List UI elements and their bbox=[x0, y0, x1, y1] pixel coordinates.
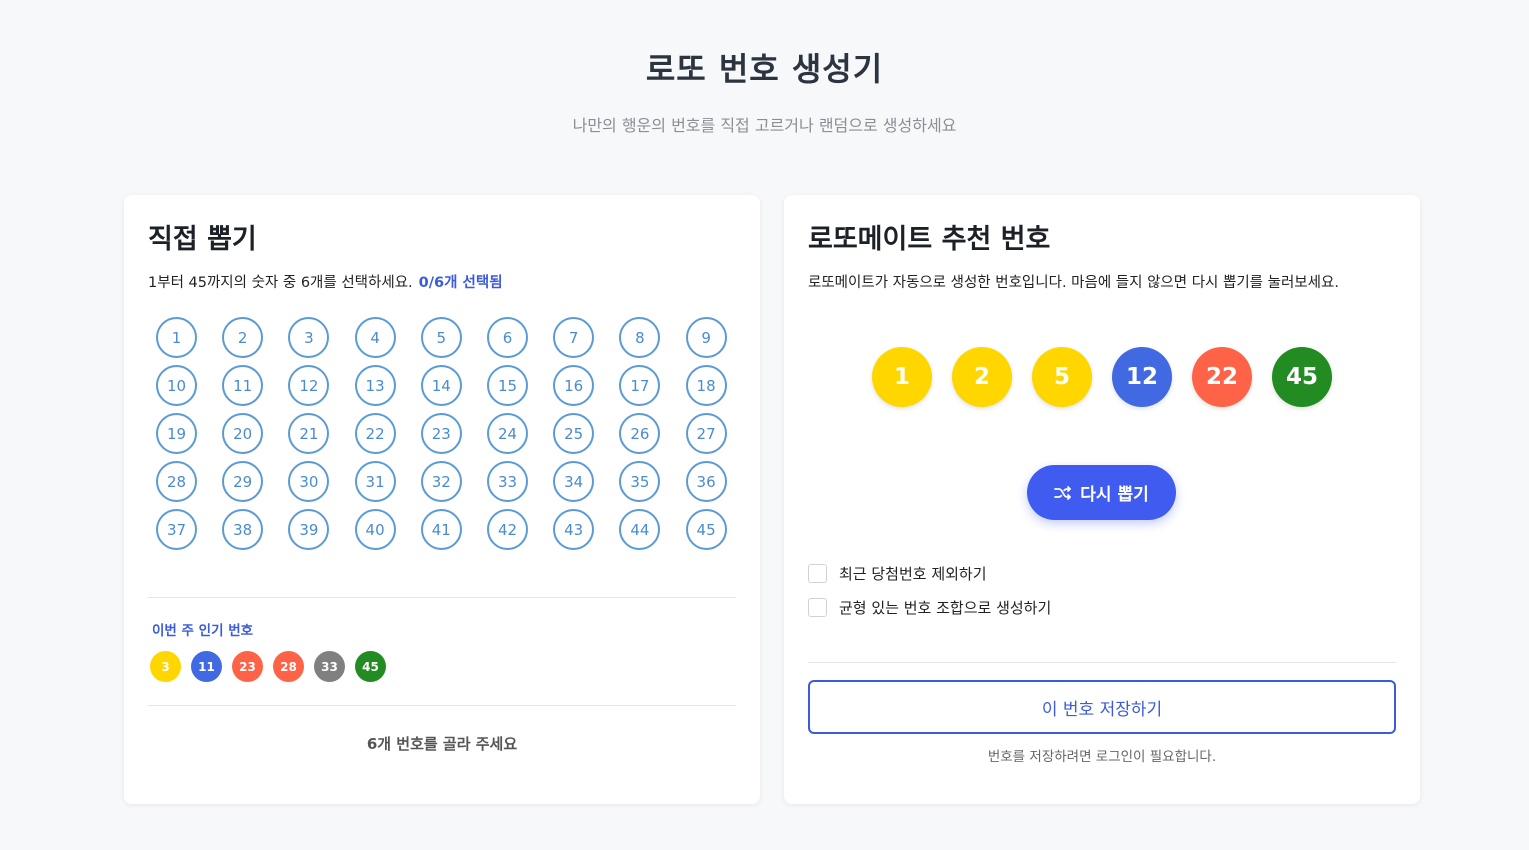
page-header: 로또 번호 생성기 나만의 행운의 번호를 직접 고르거나 랜덤으로 생성하세요 bbox=[0, 44, 1529, 136]
redraw-button[interactable]: 다시 뽑기 bbox=[1027, 465, 1176, 520]
balanced-combination-option[interactable]: 균형 있는 번호 조합으로 생성하기 bbox=[808, 597, 1051, 618]
shuffle-icon bbox=[1054, 485, 1072, 500]
recommended-number-ball: 2 bbox=[952, 347, 1012, 407]
popular-number-ball: 28 bbox=[273, 651, 304, 682]
recommend-title: 로또메이트 추천 번호 bbox=[808, 224, 1051, 255]
number-button-38[interactable]: 38 bbox=[222, 509, 264, 550]
selection-status: 6개 번호를 골라 주세요 bbox=[366, 735, 518, 753]
recommended-number-ball: 1 bbox=[872, 347, 932, 407]
exclude-recent-option[interactable]: 최근 당첨번호 제외하기 bbox=[808, 563, 987, 584]
number-button-13[interactable]: 13 bbox=[354, 365, 396, 406]
recommended-number-ball: 45 bbox=[1272, 347, 1332, 407]
number-button-28[interactable]: 28 bbox=[156, 461, 197, 502]
number-button-20[interactable]: 20 bbox=[222, 413, 264, 454]
popular-number-ball: 33 bbox=[314, 651, 345, 682]
exclude-recent-checkbox[interactable] bbox=[808, 564, 827, 583]
manual-pick-title: 직접 뽑기 bbox=[148, 224, 257, 255]
divider bbox=[148, 705, 736, 706]
popular-number-ball: 3 bbox=[150, 651, 181, 682]
number-button-37[interactable]: 37 bbox=[156, 509, 197, 550]
number-button-25[interactable]: 25 bbox=[553, 413, 595, 454]
number-button-42[interactable]: 42 bbox=[487, 509, 528, 550]
number-button-3[interactable]: 3 bbox=[288, 317, 330, 358]
popular-numbers-label: 이번 주 인기 번호 bbox=[152, 623, 254, 639]
number-button-45[interactable]: 45 bbox=[685, 509, 727, 550]
save-numbers-button[interactable]: 이 번호 저장하기 bbox=[808, 680, 1396, 734]
recommend-description: 로또메이트가 자동으로 생성한 번호입니다. 마음에 들지 않으면 다시 뽑기를… bbox=[808, 275, 1339, 291]
number-button-40[interactable]: 40 bbox=[354, 509, 396, 550]
number-button-30[interactable]: 30 bbox=[288, 461, 330, 502]
popular-number-ball: 11 bbox=[191, 651, 222, 682]
number-button-29[interactable]: 29 bbox=[222, 461, 264, 502]
number-button-18[interactable]: 18 bbox=[685, 365, 727, 406]
number-button-43[interactable]: 43 bbox=[553, 509, 595, 550]
balanced-combination-checkbox[interactable] bbox=[808, 598, 827, 617]
divider bbox=[148, 597, 736, 598]
selected-count: 0/6개 선택됨 bbox=[418, 275, 503, 291]
number-button-17[interactable]: 17 bbox=[619, 365, 661, 406]
balanced-combination-label: 균형 있는 번호 조합으로 생성하기 bbox=[839, 599, 1052, 617]
recommended-balls: 1 2 5 12 22 45 bbox=[872, 347, 1332, 407]
number-button-32[interactable]: 32 bbox=[420, 461, 462, 502]
recommend-card: 로또메이트 추천 번호 로또메이트가 자동으로 생성한 번호입니다. 마음에 들… bbox=[784, 195, 1420, 804]
number-button-36[interactable]: 36 bbox=[685, 461, 727, 502]
manual-pick-instruction: 1부터 45까지의 숫자 중 6개를 선택하세요. bbox=[148, 275, 413, 291]
manual-pick-description: 1부터 45까지의 숫자 중 6개를 선택하세요. 0/6개 선택됨 bbox=[148, 271, 503, 292]
number-button-31[interactable]: 31 bbox=[354, 461, 396, 502]
number-button-33[interactable]: 33 bbox=[487, 461, 528, 502]
popular-numbers-row: 3 11 23 28 33 45 bbox=[150, 651, 386, 682]
page-title: 로또 번호 생성기 bbox=[645, 50, 884, 88]
manual-pick-card: 직접 뽑기 1부터 45까지의 숫자 중 6개를 선택하세요. 0/6개 선택됨 … bbox=[124, 195, 760, 804]
number-button-10[interactable]: 10 bbox=[156, 365, 197, 406]
popular-number-ball: 45 bbox=[355, 651, 386, 682]
number-button-1[interactable]: 1 bbox=[156, 317, 197, 358]
number-button-23[interactable]: 23 bbox=[420, 413, 462, 454]
number-button-9[interactable]: 9 bbox=[685, 317, 727, 358]
recommended-number-ball: 12 bbox=[1112, 347, 1172, 407]
number-button-15[interactable]: 15 bbox=[487, 365, 528, 406]
divider bbox=[808, 662, 1396, 663]
exclude-recent-label: 최근 당첨번호 제외하기 bbox=[839, 565, 987, 583]
number-button-12[interactable]: 12 bbox=[288, 365, 330, 406]
number-button-8[interactable]: 8 bbox=[619, 317, 661, 358]
number-button-27[interactable]: 27 bbox=[685, 413, 727, 454]
number-button-5[interactable]: 5 bbox=[420, 317, 462, 358]
page-subtitle: 나만의 행운의 번호를 직접 고르거나 랜덤으로 생성하세요 bbox=[572, 116, 957, 135]
number-button-41[interactable]: 41 bbox=[420, 509, 462, 550]
popular-number-ball: 23 bbox=[232, 651, 263, 682]
number-button-11[interactable]: 11 bbox=[222, 365, 264, 406]
number-button-16[interactable]: 16 bbox=[553, 365, 595, 406]
number-button-22[interactable]: 22 bbox=[354, 413, 396, 454]
number-button-4[interactable]: 4 bbox=[354, 317, 396, 358]
recommended-number-ball: 22 bbox=[1192, 347, 1252, 407]
number-button-24[interactable]: 24 bbox=[487, 413, 528, 454]
number-button-19[interactable]: 19 bbox=[156, 413, 197, 454]
number-button-6[interactable]: 6 bbox=[487, 317, 528, 358]
number-button-44[interactable]: 44 bbox=[619, 509, 661, 550]
number-button-7[interactable]: 7 bbox=[553, 317, 595, 358]
number-button-21[interactable]: 21 bbox=[288, 413, 330, 454]
number-button-35[interactable]: 35 bbox=[619, 461, 661, 502]
recommended-number-ball: 5 bbox=[1032, 347, 1092, 407]
number-button-14[interactable]: 14 bbox=[420, 365, 462, 406]
number-button-26[interactable]: 26 bbox=[619, 413, 661, 454]
number-button-34[interactable]: 34 bbox=[553, 461, 595, 502]
redraw-button-label: 다시 뽑기 bbox=[1080, 485, 1149, 505]
number-button-39[interactable]: 39 bbox=[288, 509, 330, 550]
number-button-2[interactable]: 2 bbox=[222, 317, 264, 358]
login-required-note: 번호를 저장하려면 로그인이 필요합니다. bbox=[987, 749, 1217, 765]
